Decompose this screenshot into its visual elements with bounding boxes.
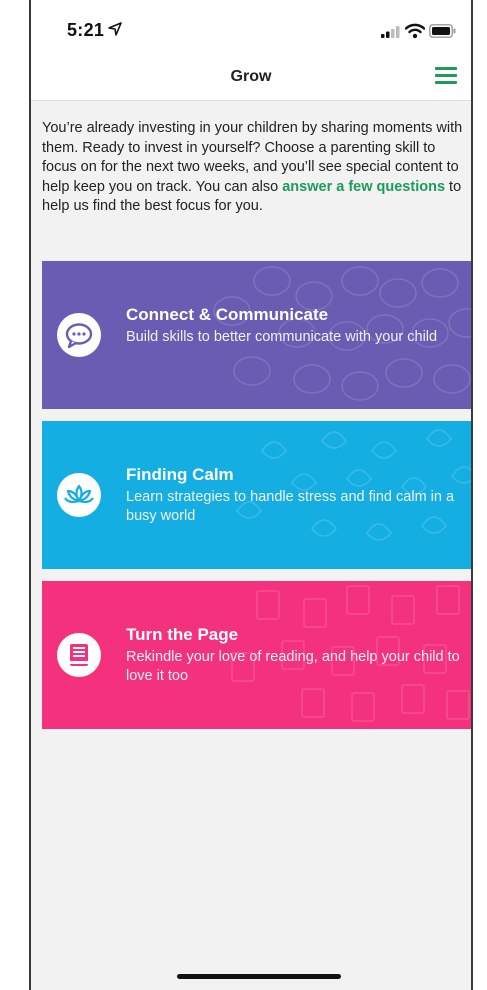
home-indicator[interactable]	[177, 974, 341, 979]
speech-bubble-icon	[65, 323, 93, 349]
lotus-icon	[64, 484, 94, 504]
card-finding-calm[interactable]: Finding Calm Learn strategies to handle …	[42, 421, 471, 569]
card-title: Turn the Page	[126, 625, 239, 644]
intro-paragraph: You’re already investing in your childre…	[42, 119, 466, 217]
card-description: Build skills to better communicate with …	[126, 329, 438, 345]
hamburger-menu-icon[interactable]	[435, 66, 457, 86]
answer-questions-link[interactable]: answer a few questions	[282, 179, 445, 195]
card-connect-communicate[interactable]: Connect & Communicate Build skills to be…	[42, 261, 471, 409]
card-description: Learn strategies to handle stress and fi…	[126, 489, 455, 524]
navigation-bar: Grow	[31, 54, 471, 101]
status-bar: 5:21	[31, 0, 471, 54]
card-title: Finding Calm	[126, 465, 234, 484]
card-description: Rekindle your love of reading, and help …	[126, 649, 460, 684]
card-icon-circle	[57, 633, 101, 677]
signal-icon	[381, 26, 400, 38]
phone-screen: 5:21 Grow You’re already investing in yo…	[29, 0, 473, 990]
card-icon-circle	[57, 473, 101, 517]
card-title: Connect & Communicate	[126, 305, 329, 324]
card-turn-the-page[interactable]: Turn the Page Rekindle your love of read…	[42, 581, 471, 729]
wifi-icon	[405, 23, 425, 39]
location-arrow-icon	[108, 22, 122, 36]
book-icon	[70, 644, 88, 666]
page-title: Grow	[230, 68, 272, 85]
battery-icon	[429, 24, 456, 38]
card-icon-circle	[57, 313, 101, 357]
status-time: 5:21	[67, 20, 105, 40]
